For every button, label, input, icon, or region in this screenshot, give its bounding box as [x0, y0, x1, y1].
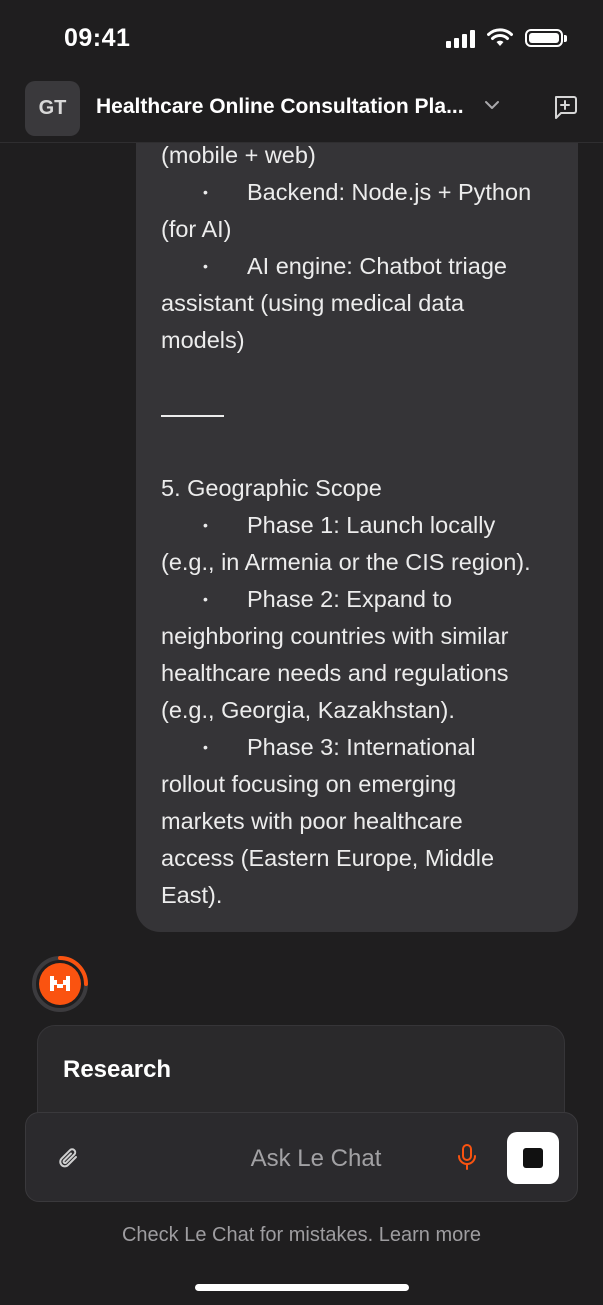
- battery-icon: [525, 29, 567, 47]
- status-icons: [446, 28, 567, 48]
- cellular-signal-icon: [446, 28, 475, 48]
- message-line: 5. Geographic Scope: [161, 475, 382, 501]
- message-line: neighboring countries with similar: [161, 623, 509, 649]
- message-divider: [161, 396, 571, 433]
- user-avatar[interactable]: GT: [25, 81, 80, 136]
- message-line: healthcare needs and regulations: [161, 660, 509, 686]
- chat-header: GT Healthcare Online Consultation Pla...: [0, 78, 603, 143]
- message-line: assistant (using medical data: [161, 290, 465, 316]
- message-line: (e.g., in Armenia or the CIS region).: [161, 549, 531, 575]
- message-line: access (Eastern Europe, Middle: [161, 845, 495, 871]
- message-bullet-line: Phase 3: International: [161, 729, 571, 766]
- message-input[interactable]: [164, 1135, 468, 1183]
- message-bullet-line: AI engine: Chatbot triage: [161, 248, 571, 285]
- message-bullet-line: Phase 2: Expand to: [161, 581, 571, 618]
- composer: [25, 1112, 578, 1202]
- stop-icon: [523, 1148, 543, 1168]
- disclaimer: Check Le Chat for mistakes. Learn more: [121, 1224, 482, 1246]
- message-line: (for AI): [161, 216, 232, 242]
- stop-button[interactable]: [507, 1132, 559, 1184]
- message-line: models): [161, 327, 245, 353]
- paperclip-icon[interactable]: [56, 1146, 82, 1172]
- chat-title[interactable]: Healthcare Online Consultation Pla...: [96, 95, 464, 119]
- chevron-down-icon[interactable]: [484, 97, 500, 113]
- microphone-icon[interactable]: [457, 1143, 477, 1171]
- message-bullet-line: Phase 1: Launch locally: [161, 507, 571, 544]
- message-text: (mobile + web)Backend: Node.js + Python(…: [161, 137, 571, 914]
- message-line: markets with poor healthcare: [161, 808, 463, 834]
- message-line: rollout focusing on emerging: [161, 771, 457, 797]
- le-chat-logo-icon: [32, 956, 88, 1012]
- message-line: East).: [161, 882, 223, 908]
- status-time: 09:41: [64, 24, 131, 52]
- home-indicator: [195, 1284, 409, 1291]
- status-bar: 09:41: [0, 0, 603, 78]
- message-line: (e.g., Georgia, Kazakhstan).: [161, 697, 455, 723]
- research-label: Research: [63, 1056, 172, 1083]
- new-chat-icon[interactable]: [551, 93, 579, 121]
- wifi-icon: [487, 28, 513, 46]
- message-bullet-line: Backend: Node.js + Python: [161, 174, 571, 211]
